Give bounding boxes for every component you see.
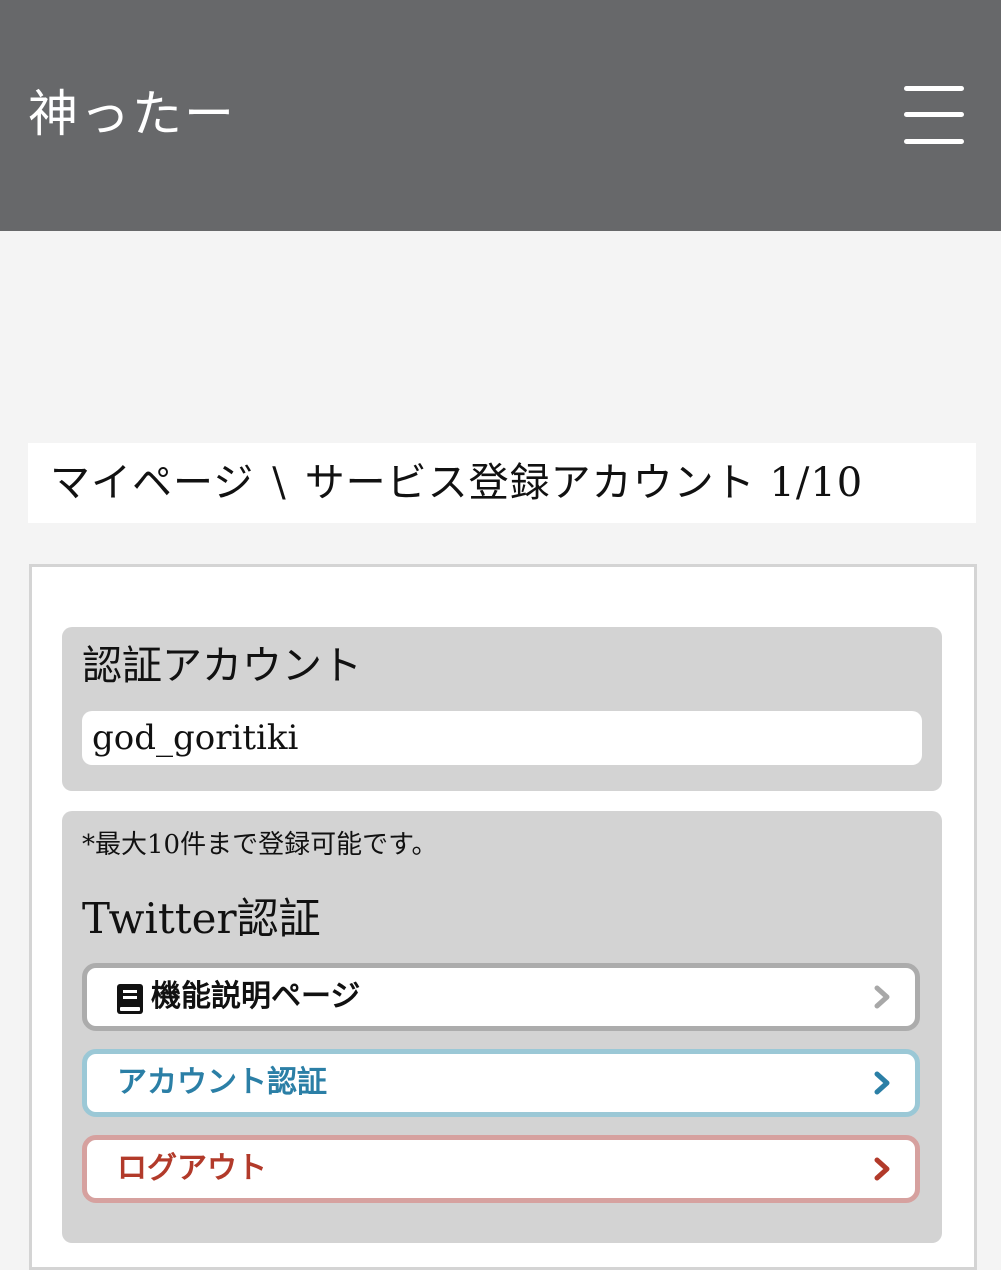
account-auth-button[interactable]: アカウント認証 — [82, 1049, 920, 1117]
site-header: 神ったー — [0, 0, 1001, 231]
logout-button[interactable]: ログアウト — [82, 1135, 920, 1203]
hamburger-bar — [904, 112, 964, 117]
feature-guide-button[interactable]: 機能説明ページ — [82, 963, 920, 1031]
hamburger-bar — [904, 139, 964, 144]
auth-account-title: 認証アカウント — [82, 643, 362, 689]
logout-label: ログアウト — [117, 1151, 267, 1186]
auth-account-field: god_goritiki — [82, 711, 922, 765]
chevron-right-icon — [874, 985, 890, 1009]
chevron-right-icon — [874, 1071, 890, 1095]
breadcrumb-mypage-link[interactable]: マイページ — [50, 460, 254, 506]
breadcrumb-bar: マイページ \ サービス登録アカウント 1/10 — [28, 443, 976, 523]
breadcrumb: マイページ \ サービス登録アカウント 1/10 — [50, 457, 863, 509]
auth-account-value: god_goritiki — [92, 718, 299, 758]
twitter-auth-title: Twitter認証 — [82, 894, 321, 943]
registration-limit-note: *最大10件まで登録可能です。 — [82, 830, 438, 860]
main-panel: 認証アカウント god_goritiki *最大10件まで登録可能です。 Twi… — [29, 564, 977, 1270]
breadcrumb-current: サービス登録アカウント 1/10 — [304, 460, 864, 506]
account-auth-label: アカウント認証 — [117, 1065, 327, 1100]
hamburger-bar — [904, 86, 964, 91]
chevron-right-icon — [874, 1157, 890, 1181]
hamburger-menu-icon[interactable] — [904, 86, 964, 146]
book-icon — [117, 984, 143, 1014]
breadcrumb-separator: \ — [272, 460, 287, 506]
site-title[interactable]: 神ったー — [28, 84, 236, 144]
twitter-auth-card: *最大10件まで登録可能です。 Twitter認証 機能説明ページ アカウント認… — [62, 811, 942, 1243]
feature-guide-label: 機能説明ページ — [151, 979, 361, 1014]
auth-account-card: 認証アカウント god_goritiki — [62, 627, 942, 791]
